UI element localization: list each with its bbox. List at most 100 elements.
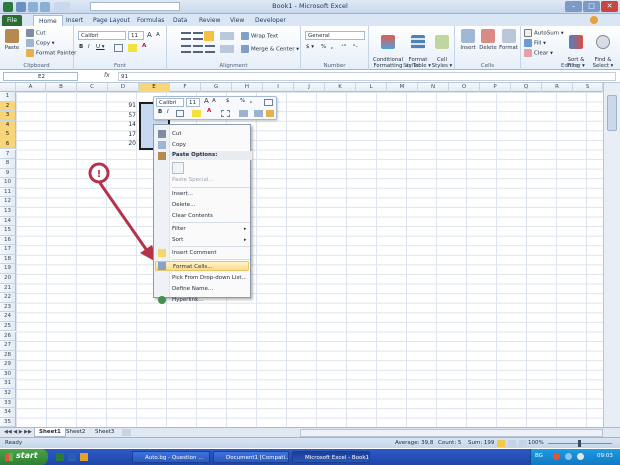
menu-item-cut[interactable]: Cut [172,129,181,139]
mini-font-color-button[interactable]: A [207,108,211,114]
quick-launch-folder-icon[interactable] [80,453,88,461]
cell-d2[interactable]: 91 [110,102,136,109]
tab-developer[interactable]: Developer [255,15,286,26]
row-header[interactable]: 28 [0,350,16,361]
row-header[interactable]: 31 [0,379,16,389]
row-header[interactable]: 10 [0,178,16,188]
row-header[interactable]: 7 [0,149,16,160]
row-header[interactable]: 34 [0,408,16,418]
normal-view-icon[interactable] [497,440,505,447]
menu-item-insert-comment[interactable]: Insert Comment [172,248,216,258]
orientation-icon[interactable] [220,32,234,40]
vertical-scrollbar[interactable] [603,83,620,427]
row-header[interactable]: 1 [0,92,16,102]
help-icon[interactable] [590,16,598,24]
cut-button[interactable]: Cut [26,29,45,37]
column-header-r[interactable]: R [542,83,573,92]
sheet-tab-2[interactable]: Sheet2 [62,428,89,437]
column-header-h[interactable]: H [232,83,263,92]
column-header-b[interactable]: B [46,83,77,92]
column-header-s[interactable]: S [573,83,603,92]
tab-formulas[interactable]: Formulas [137,15,164,26]
row-header[interactable]: 18 [0,254,16,265]
column-header-e[interactable]: E [139,83,170,92]
zoom-slider-thumb[interactable] [578,440,581,447]
autosum-button[interactable]: AutoSum ▾ [524,29,564,37]
cell-d5[interactable]: 17 [110,131,136,138]
fill-color-icon[interactable] [128,44,137,52]
row-header[interactable]: 22 [0,293,16,303]
format-cells-button[interactable]: Format [498,28,519,51]
maximize-button[interactable]: □ [583,1,600,12]
close-button[interactable]: ✕ [601,1,618,12]
row-header[interactable]: 8 [0,159,16,169]
decrease-decimal-button[interactable]: ⁰₋ [353,44,358,50]
row-header[interactable]: 25 [0,321,16,332]
mini-comma-button[interactable]: , [250,98,252,104]
percent-button[interactable]: % [321,44,326,50]
taskbar-item-excel[interactable]: Microsoft Excel - Book1 [292,451,370,463]
mini-format-icon[interactable] [264,99,273,106]
underline-button[interactable]: U ▾ [96,44,105,50]
number-format-combo[interactable]: General [305,31,365,40]
row-header[interactable]: 21 [0,283,16,294]
mini-italic-button[interactable]: I [167,109,169,115]
comma-button[interactable]: , [331,44,333,50]
paste-button[interactable]: Paste [2,28,22,51]
column-header-c[interactable]: C [77,83,108,92]
row-header[interactable]: 13 [0,207,16,217]
formula-input[interactable]: 91 [118,72,616,81]
tab-view[interactable]: View [230,15,244,26]
align-center-icon[interactable] [193,45,203,53]
tray-icon[interactable] [577,453,584,460]
page-layout-view-icon[interactable] [508,440,516,447]
row-header[interactable]: 32 [0,389,16,399]
tab-page-layout[interactable]: Page Layout [93,15,130,26]
copy-button[interactable]: Copy ▾ [26,39,54,47]
row-header[interactable]: 14 [0,216,16,227]
align-bottom-icon[interactable] [204,31,214,41]
align-right-icon[interactable] [205,45,215,53]
tab-file[interactable]: File [2,15,23,26]
grow-font-button[interactable]: A [147,31,152,39]
mini-fill-color-icon[interactable] [192,110,201,117]
menu-item-sort[interactable]: Sort [172,235,183,245]
minimize-button[interactable]: – [565,1,582,12]
mini-bold-button[interactable]: B [158,109,162,115]
column-header-j[interactable]: J [294,83,325,92]
scroll-thumb[interactable] [607,95,617,131]
taskbar-item-browser[interactable]: Auto.bg - Question ... [132,451,210,463]
align-left-icon[interactable] [181,45,191,53]
row-header[interactable]: 33 [0,398,16,409]
menu-item-format-cells[interactable]: Format Cells... [155,261,249,271]
column-header-d[interactable]: D [108,83,139,92]
column-header-f[interactable]: F [170,83,201,92]
italic-button[interactable]: I [88,44,90,50]
tray-icon[interactable] [553,453,560,460]
new-sheet-icon[interactable] [122,429,131,436]
menu-item-filter[interactable]: Filter [172,224,186,234]
align-top-icon[interactable] [181,32,191,40]
tab-home[interactable]: Home [33,15,63,26]
row-header[interactable]: 27 [0,341,16,351]
menu-item-copy[interactable]: Copy [172,140,186,150]
mini-percent-button[interactable]: % [240,98,245,104]
row-header[interactable]: 4 [0,120,16,131]
column-header-a[interactable]: A [16,83,46,92]
mini-font-combo[interactable]: Calibri [156,98,184,107]
paste-option-icon[interactable] [172,162,184,174]
cell-d3[interactable]: 57 [110,112,136,119]
row-header[interactable]: 20 [0,274,16,284]
font-color-button[interactable]: A [142,43,146,49]
merge-center-button[interactable]: Merge & Center ▾ [241,45,299,53]
row-header[interactable]: 29 [0,360,16,370]
wrap-text-button[interactable]: Wrap Text [241,32,278,40]
menu-item-pick-from-list[interactable]: Pick From Drop-down List... [172,273,247,283]
row-header[interactable]: 9 [0,168,16,179]
mini-grow-font-button[interactable]: A [204,97,209,105]
clear-button[interactable]: Clear ▾ [524,49,553,57]
row-header[interactable]: 2 [0,101,16,112]
row-header[interactable]: 23 [0,302,16,313]
column-header-o[interactable]: O [449,83,480,92]
shrink-font-button[interactable]: A [156,32,160,38]
